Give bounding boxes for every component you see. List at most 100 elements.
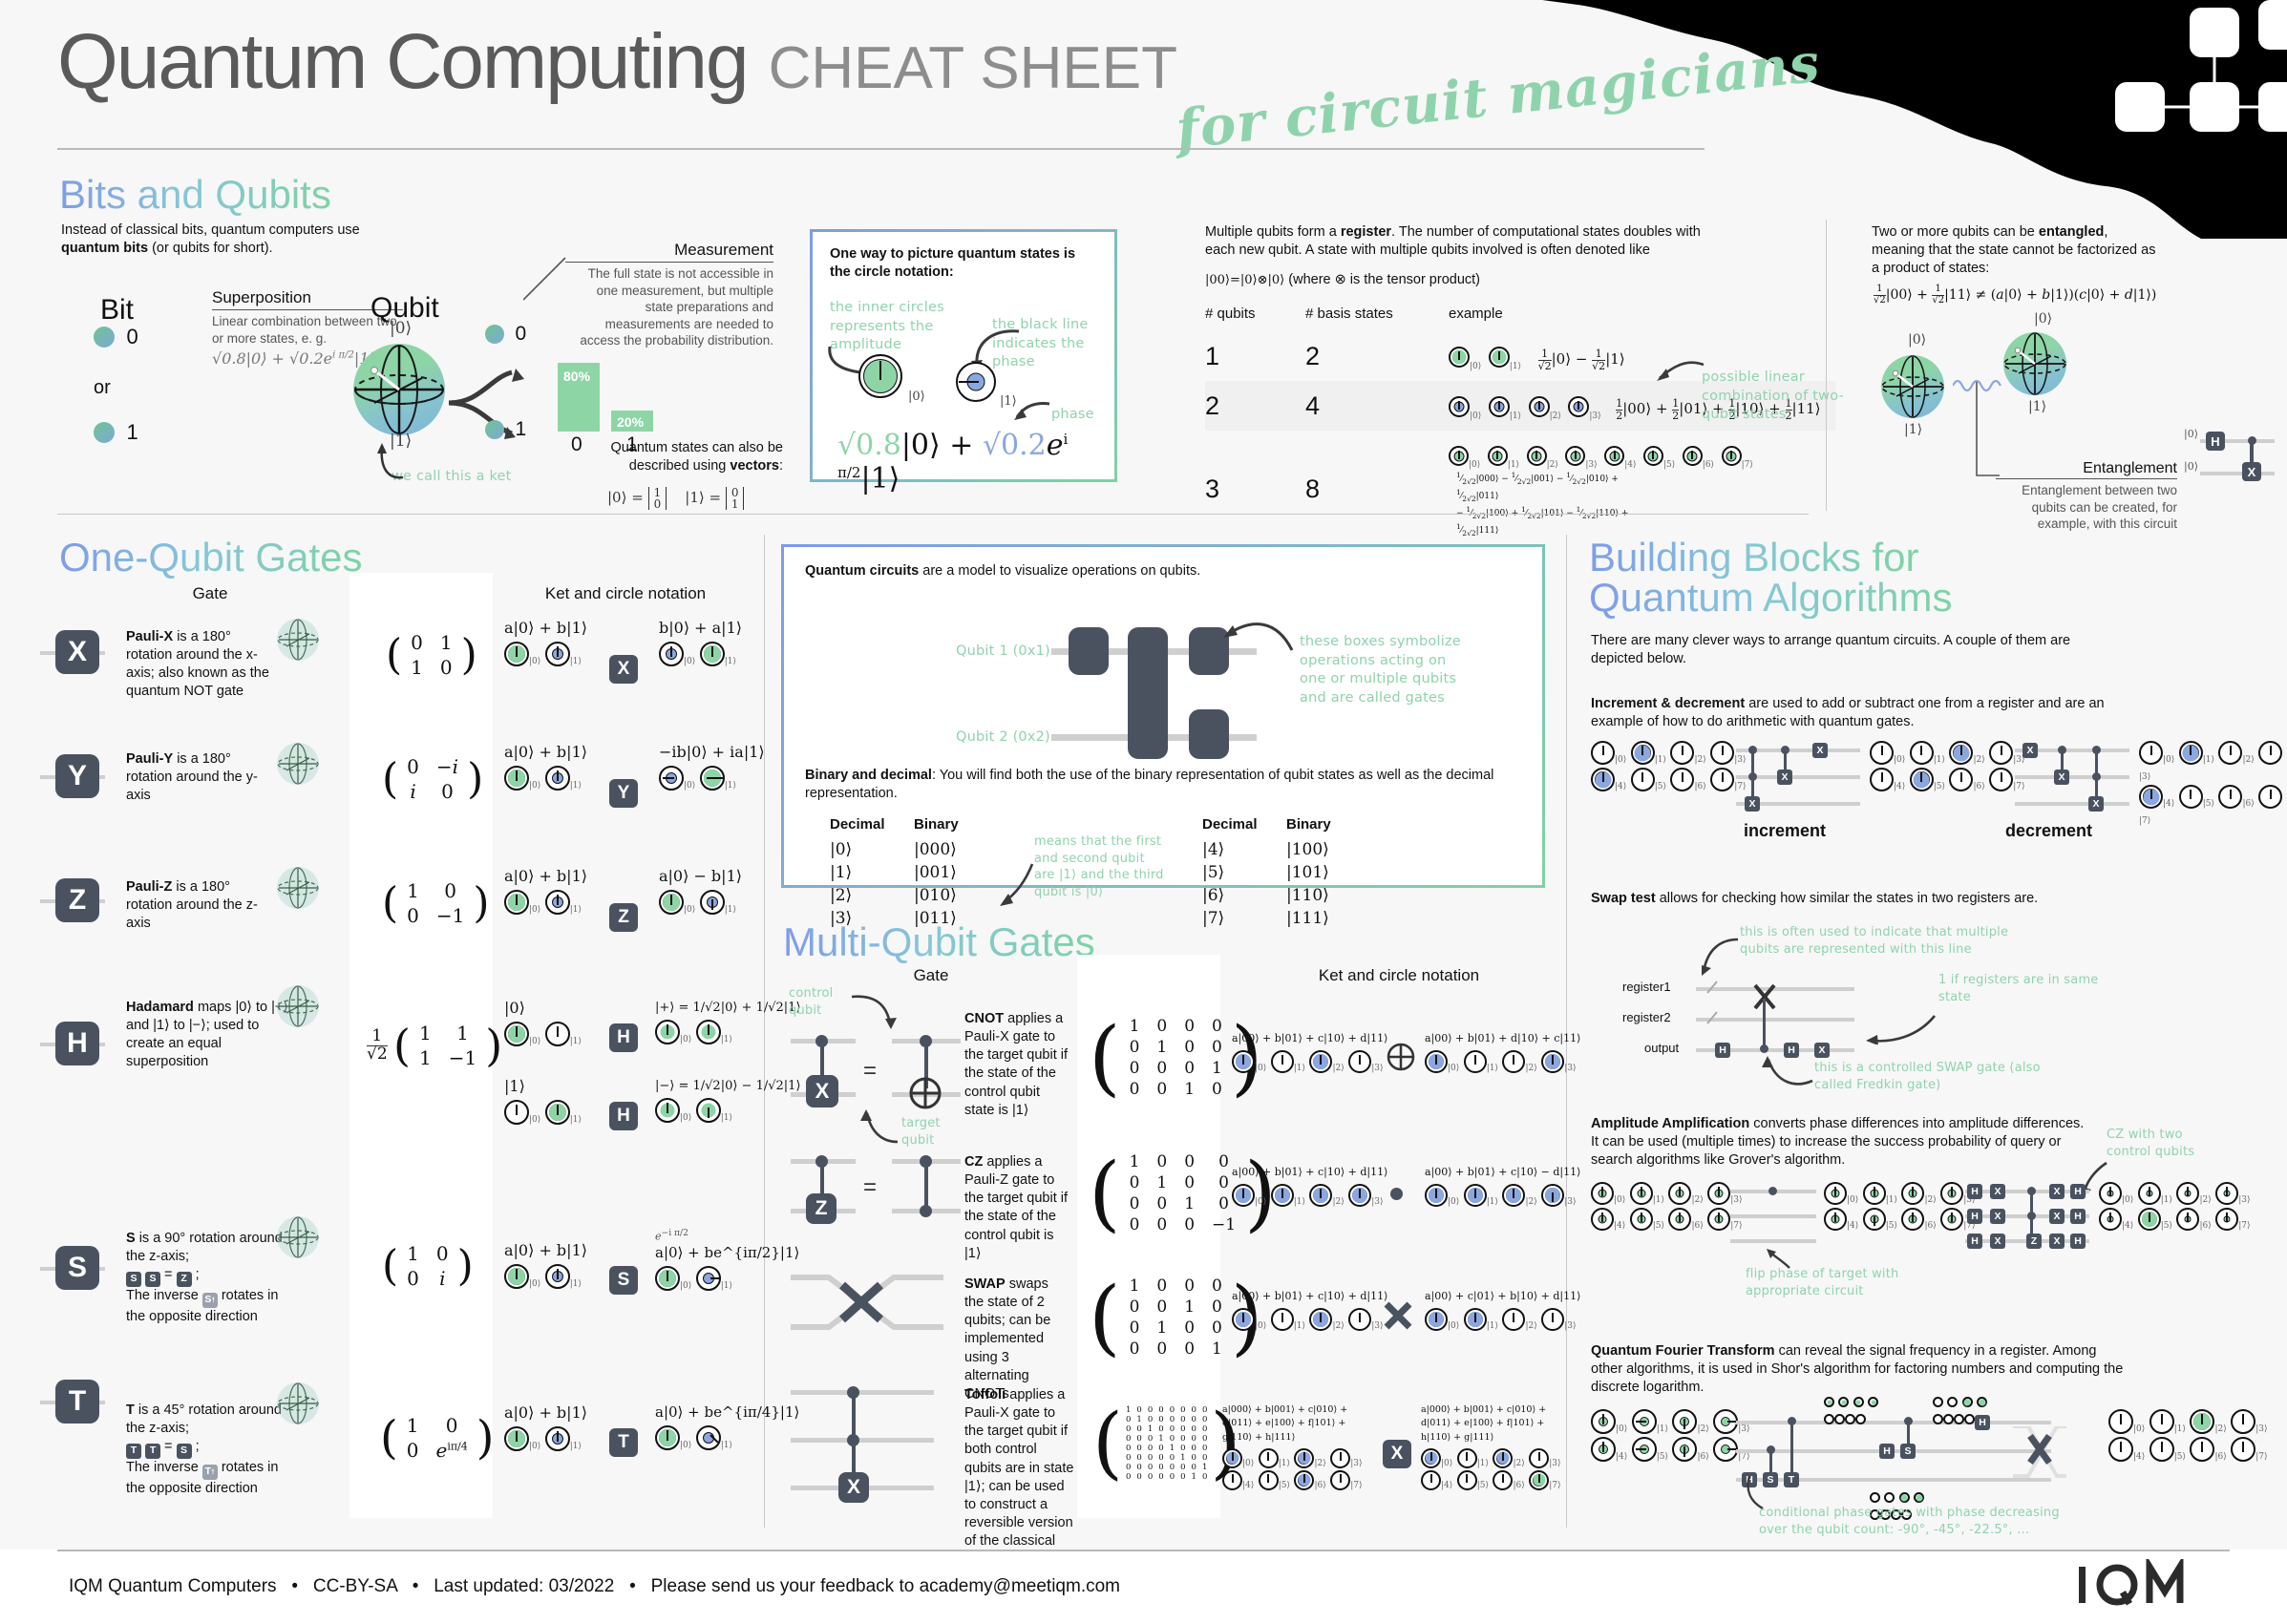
ket-notation-X: a|0⟩ + b|1⟩ |0⟩ |1⟩ <box>504 619 587 666</box>
qft-bold: Quantum Fourier Transform <box>1591 1343 1775 1359</box>
ket-result-H-0: |+⟩ = 1/√2|0⟩ + 1/√2|1⟩ |0⟩ |1⟩ <box>655 1001 801 1044</box>
ket-notation-H-0: |0⟩ |0⟩ |1⟩ <box>504 999 582 1046</box>
ket-notation-T: a|0⟩ + b|1⟩ |0⟩ |1⟩ <box>504 1403 587 1451</box>
swaptest-arrow1-icon <box>1702 938 1739 976</box>
multi-qubit-slash-icon <box>1706 1011 1718 1024</box>
in-formula-Y: a|0⟩ + b|1⟩ <box>504 743 587 761</box>
in-formula-X: a|0⟩ + b|1⟩ <box>504 619 587 637</box>
amp-gate-H2: H <box>2070 1184 2086 1199</box>
qc-title-rest: are a model to visualize operations on q… <box>922 563 1201 579</box>
qubit-2-label: Qubit 2 (0x2) <box>956 729 1050 745</box>
gate-symbol-H: H <box>55 1022 99 1065</box>
swaptest-arrow3-icon <box>1762 1056 1813 1086</box>
mq-ket-cz-in: a|00⟩ + b|01⟩ + c|10⟩ + d|11⟩ |0⟩ |1⟩ |2… <box>1232 1166 1388 1207</box>
out-formula-H2: |−⟩ = 1/√2|0⟩ − 1/√2|1⟩ <box>655 1079 801 1093</box>
qft-intermediate-circles-1 <box>1824 1394 1879 1428</box>
ket-result-Y: −ib|0⟩ + ia|1⟩ |0⟩ |1⟩ <box>659 743 765 791</box>
gate-applied-H2: H <box>609 1102 638 1130</box>
circle-notation-glyph-1 <box>956 362 996 402</box>
cell-dec: |5⟩ <box>1202 863 1225 882</box>
outcome-dot-icon <box>485 325 504 344</box>
bit-dot-icon <box>94 327 115 348</box>
amplitude-note-cz: CZ with two control qubits <box>2107 1128 2195 1159</box>
matrix-Y: (0 −i i 0) <box>382 754 484 804</box>
amp-gate-X5: X <box>1990 1234 2005 1249</box>
mq-desc-cnot: applies a Pauli-X gate to the target qub… <box>964 1011 1069 1118</box>
section-title-one-qubit-gates: One-Qubit Gates <box>59 535 363 580</box>
iqm-logo-icon <box>2079 1554 2184 1606</box>
mq-in-cnot: a|00⟩ + b|01⟩ + c|10⟩ + d|11⟩ <box>1232 1032 1388 1044</box>
gate-name-Y: Pauli-Y <box>126 751 174 767</box>
ket-result-H-1: |−⟩ = 1/√2|0⟩ − 1/√2|1⟩ |0⟩ |1⟩ <box>655 1079 801 1123</box>
binary-decimal-intro: Binary and decimal: You will find both t… <box>805 767 1527 803</box>
th-basis: # basis states <box>1305 306 1393 322</box>
amp-gate-Z: Z <box>2026 1234 2042 1249</box>
cell-dec: |0⟩ <box>830 840 853 859</box>
control-dot-icon <box>1748 746 1757 754</box>
amplitude-register-2: |0⟩ |1⟩ |2⟩ |3⟩ |4⟩ |5⟩ |6⟩ |7⟩ <box>1824 1182 1975 1231</box>
cnot-desc: CNOT applies a Pauli-X gate to the targe… <box>964 1010 1071 1120</box>
gate-applied-H1: H <box>609 1023 638 1052</box>
ket-result-Z: a|0⟩ − b|1⟩ |0⟩ |1⟩ <box>659 867 742 915</box>
matrix-T: (1 0 0 eiπ/4) <box>380 1411 495 1465</box>
qft-gate-S2: S <box>1900 1444 1916 1459</box>
control-dot-icon <box>2027 1212 2036 1220</box>
bit-value-0: 0 <box>94 325 138 349</box>
table-row: |2⟩ |010⟩ <box>830 884 1009 907</box>
mq-in-cz: a|00⟩ + b|01⟩ + c|10⟩ + d|11⟩ <box>1232 1166 1388 1178</box>
amplitude-flip-arrow-icon <box>1767 1249 1790 1269</box>
quantum-circuits-box: Quantum circuits are a model to visualiz… <box>781 544 1545 928</box>
cell-dec: |1⟩ <box>830 863 853 882</box>
matrix-H: 1 √2 (1 1 1 −1) <box>367 1020 503 1071</box>
footer-feedback[interactable]: Please send us your feedback to academy@… <box>651 1576 1120 1596</box>
gate-X-target: X <box>806 1075 838 1107</box>
control-dot-icon <box>920 1155 932 1168</box>
mq-name-cnot: CNOT <box>964 1011 1005 1026</box>
th-decimal: Decimal <box>830 816 885 833</box>
gate-X-target: X <box>838 1472 869 1503</box>
quantum-circuits-title: Quantum circuits are a model to visualiz… <box>805 562 1200 580</box>
cell-dec: |2⟩ <box>830 886 853 905</box>
measurement-histogram: 80% 20% 0 1 <box>552 338 724 455</box>
header-divider <box>57 148 1705 150</box>
circuit-annotation-arrow-icon <box>1223 622 1294 651</box>
bit-dot-icon <box>94 422 115 443</box>
amp-gate-H3: H <box>1967 1209 1982 1224</box>
out-formula-T: a|0⟩ + be^{iπ/4}|1⟩ <box>655 1403 800 1421</box>
out-formula-H1: |+⟩ = 1/√2|0⟩ + 1/√2|1⟩ <box>655 1001 801 1015</box>
dec-gate-X-3: X <box>2088 796 2104 812</box>
gate-desc-Y: Pauli-Y is a 180° rotation around the y-… <box>126 750 279 805</box>
circuit-input-1: |0⟩ <box>2184 460 2198 473</box>
cell-qubits: 3 <box>1205 475 1220 504</box>
amp-gate-H: H <box>1967 1184 1982 1199</box>
mq-ket-swap-in: a|00⟩ + b|01⟩ + c|10⟩ + d|11⟩ |0⟩ |1⟩ |2… <box>1232 1290 1388 1331</box>
bloch-icon-H <box>277 985 319 1027</box>
control-dot-icon <box>815 1035 828 1047</box>
wire-label-register1: register1 <box>1622 980 1671 994</box>
th-example: example <box>1449 306 1503 322</box>
gate-desc-Z: Pauli-Z is a 180° rotation around the z-… <box>126 878 279 933</box>
formula-amp1: √0.2 <box>982 429 1047 462</box>
circle-notation-intro: One way to picture quantum states is the… <box>830 246 1076 281</box>
qft-input-register: |0⟩ |1⟩ |2⟩ |3⟩ |4⟩ |5⟩ |6⟩ |7⟩ <box>1591 1409 1749 1462</box>
ket-notation-Y: a|0⟩ + b|1⟩ |0⟩ |1⟩ <box>504 743 587 791</box>
amp-gate-X3: X <box>1990 1209 2005 1224</box>
measure-outcome-0: 0 <box>485 323 526 346</box>
col-head-ket: Ket and circle notation <box>544 584 707 602</box>
amplitude-register-1: |0⟩ |1⟩ |2⟩ |3⟩ |4⟩ |5⟩ |6⟩ |7⟩ <box>1591 1182 1742 1231</box>
gate-symbol-X: X <box>55 630 99 674</box>
entanglement-circuit: |0⟩ |0⟩ H X <box>2184 426 2276 485</box>
bit-0-label: 0 <box>126 325 138 348</box>
bit-1-label: 1 <box>126 420 138 444</box>
circle-notation-glyph-0 <box>858 354 902 398</box>
swaptest-intro: Swap test allows for checking how simila… <box>1591 890 2126 908</box>
gate-box-1 <box>1069 627 1109 675</box>
qft-swap-icon <box>2013 1426 2066 1478</box>
control-dot-icon <box>1748 772 1757 781</box>
cell-qubits: 2 <box>1205 390 1220 420</box>
swaptest-circuit: register1 register2 output H H X <box>1622 980 1872 1064</box>
cz-applied-icon <box>1390 1188 1403 1200</box>
gate-desc-X: Pauli-X is a 180° rotation around the x-… <box>126 628 279 702</box>
multi-qubit-slash-icon <box>1706 981 1718 994</box>
register-circles-1: |0⟩ |1⟩ <box>1449 341 1529 371</box>
